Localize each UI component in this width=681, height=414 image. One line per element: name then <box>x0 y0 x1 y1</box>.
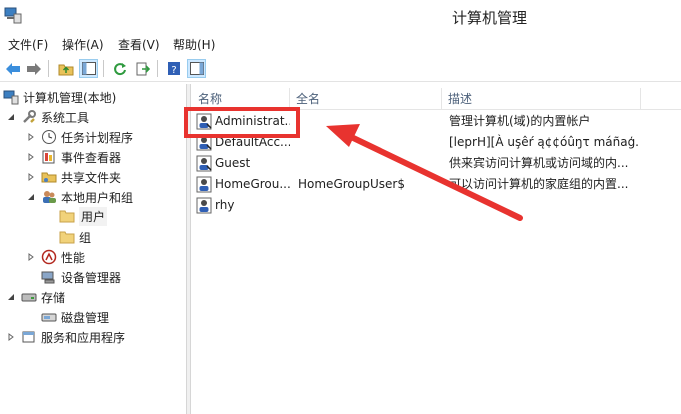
highlight-box <box>184 107 300 138</box>
help-icon[interactable]: ? <box>164 59 183 78</box>
tree-node-performance[interactable]: 性能 <box>26 247 85 267</box>
tree-node-disk-management[interactable]: 磁盘管理 <box>40 307 109 327</box>
menu-help[interactable]: 帮助(H) <box>173 36 215 53</box>
user-fullname <box>298 132 438 153</box>
tree-label: 计算机管理(本地) <box>23 90 117 105</box>
tree-node-computer-management[interactable]: 计算机管理(本地) <box>2 87 116 107</box>
export-list-icon[interactable] <box>133 59 152 78</box>
svg-text:?: ? <box>171 65 176 76</box>
user-icon <box>196 197 213 214</box>
menu-file[interactable]: 文件(F) <box>8 36 48 53</box>
table-row[interactable]: rhy <box>192 195 681 216</box>
tree-label: 服务和应用程序 <box>41 330 126 345</box>
tree-node-shared-folders[interactable]: 共享文件夹 <box>26 167 121 187</box>
user-name: HomeGrou... <box>215 177 290 191</box>
user-icon <box>196 176 213 193</box>
folder-icon <box>58 208 75 225</box>
tree-label: 组 <box>79 230 92 245</box>
storage-icon <box>20 289 37 306</box>
user-description: 供来宾访问计算机或访问域的内... <box>449 156 629 170</box>
window-title: 计算机管理 <box>452 9 528 27</box>
forward-arrow-icon[interactable] <box>24 59 43 78</box>
tree-label: 设备管理器 <box>61 270 122 285</box>
tree-node-task-scheduler[interactable]: 任务计划程序 <box>26 127 133 147</box>
shared-folder-icon <box>40 169 57 186</box>
collapse-triangle-icon[interactable] <box>26 192 36 202</box>
refresh-icon[interactable] <box>110 59 129 78</box>
tree-label: 任务计划程序 <box>61 130 134 145</box>
user-fullname: HomeGroupUser$ <box>298 177 405 191</box>
menu-bar: 文件(F) 操作(A) 查看(V) 帮助(H) <box>0 33 681 55</box>
disk-management-icon <box>40 309 57 326</box>
tree-label: 共享文件夹 <box>61 170 122 185</box>
tree-node-users[interactable]: 用户 <box>58 206 108 226</box>
tree-node-storage[interactable]: 存储 <box>6 287 65 307</box>
tree-node-groups[interactable]: 组 <box>58 227 91 247</box>
column-header-description[interactable]: 描述 <box>442 88 641 110</box>
user-description: 可以访问计算机的家庭组的内置... <box>449 177 629 191</box>
user-description <box>449 195 639 216</box>
show-hide-console-tree-icon[interactable] <box>79 59 98 78</box>
user-name: Guest <box>215 156 251 170</box>
expand-triangle-icon[interactable] <box>26 172 36 182</box>
user-name: rhy <box>215 198 235 212</box>
clock-icon <box>40 129 57 146</box>
computer-management-icon <box>2 89 19 106</box>
tree-label: 事件查看器 <box>61 150 122 165</box>
services-icon <box>20 329 37 346</box>
tree-label: 本地用户和组 <box>61 190 134 205</box>
menu-view[interactable]: 查看(V) <box>118 36 160 53</box>
user-icon <box>196 155 213 172</box>
column-header-fullname[interactable]: 全名 <box>290 88 442 110</box>
collapse-triangle-icon[interactable] <box>6 112 16 122</box>
tree-node-system-tools[interactable]: 系统工具 <box>6 107 89 127</box>
tree-label: 性能 <box>61 250 86 265</box>
tree-node-device-manager[interactable]: 设备管理器 <box>40 267 121 287</box>
device-manager-icon <box>40 269 57 286</box>
tree-label: 系统工具 <box>41 110 90 125</box>
toolbar: ? <box>0 55 681 82</box>
tree-node-services-and-applications[interactable]: 服务和应用程序 <box>6 327 125 347</box>
users-group-icon <box>40 189 57 206</box>
table-row[interactable]: Guest 供来宾访问计算机或访问域的内... <box>192 153 681 174</box>
performance-icon <box>40 249 57 266</box>
tree-label: 磁盘管理 <box>61 310 110 325</box>
tree-label: 用户 <box>79 206 108 226</box>
user-description: [leprH][À uşêŕ ą¢¢óûŋτ máñaģ... <box>449 135 639 149</box>
expand-triangle-icon[interactable] <box>26 152 36 162</box>
tree-node-local-users-and-groups[interactable]: 本地用户和组 <box>26 187 133 207</box>
table-row[interactable]: HomeGrou... HomeGroupUser$ 可以访问计算机的家庭组的内… <box>192 174 681 195</box>
tools-icon <box>20 109 37 126</box>
console-tree: 计算机管理(本地) 系统工具 任务计划程序 事件查看器 共享文件夹 本地用户和组… <box>0 84 187 414</box>
tree-label: 存储 <box>41 290 66 305</box>
folder-icon <box>58 229 75 246</box>
event-viewer-icon <box>40 149 57 166</box>
show-hide-action-pane-icon[interactable] <box>187 59 206 78</box>
collapse-triangle-icon[interactable] <box>6 292 16 302</box>
back-arrow-icon[interactable] <box>3 59 22 78</box>
expand-triangle-icon[interactable] <box>6 332 16 342</box>
expand-triangle-icon[interactable] <box>26 252 36 262</box>
user-fullname <box>298 111 438 132</box>
menu-action[interactable]: 操作(A) <box>62 36 104 53</box>
user-description: 管理计算机(域)的内置帐户 <box>449 114 591 128</box>
user-fullname <box>298 153 438 174</box>
tree-node-event-viewer[interactable]: 事件查看器 <box>26 147 121 167</box>
expand-triangle-icon[interactable] <box>26 132 36 142</box>
computer-management-icon <box>4 6 22 24</box>
up-folder-icon[interactable] <box>56 59 75 78</box>
title-bar: 计算机管理 <box>0 0 681 33</box>
user-fullname <box>298 195 438 216</box>
